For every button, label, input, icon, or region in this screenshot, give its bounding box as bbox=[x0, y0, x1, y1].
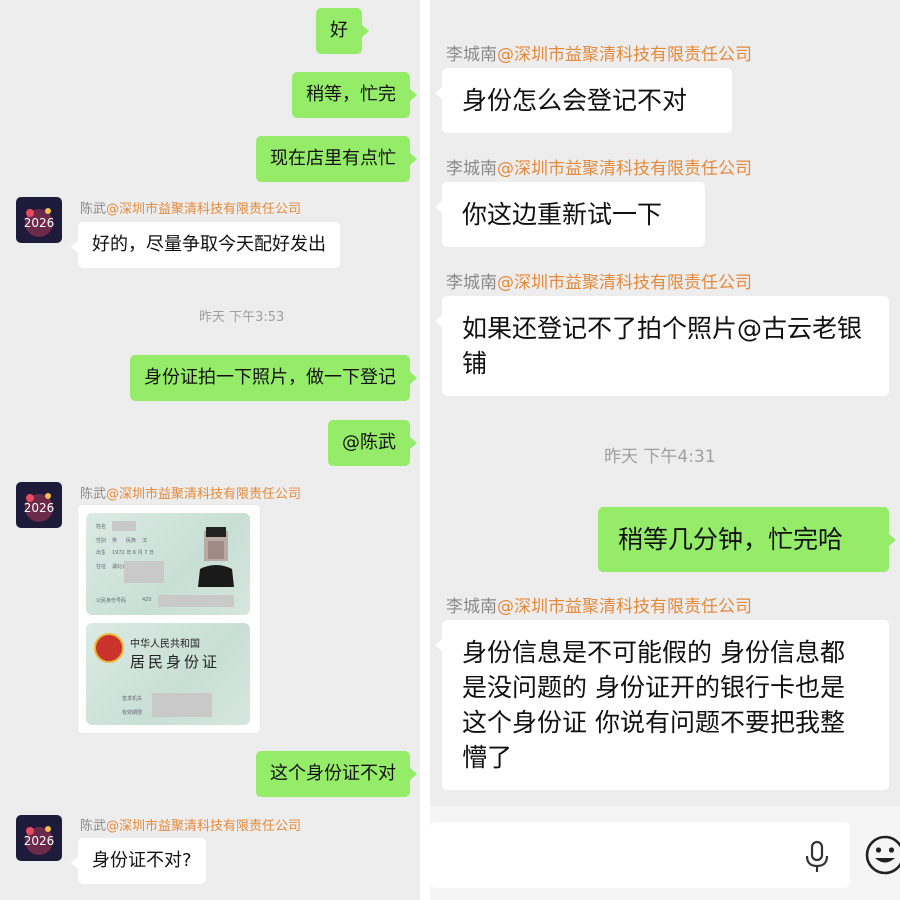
avatar[interactable]: 2026 bbox=[16, 815, 62, 861]
id-card-label: 住址 bbox=[96, 564, 107, 570]
id-card-label: 姓名 bbox=[96, 524, 107, 530]
sender-nickname: 陈武 bbox=[80, 487, 107, 502]
sender-organization: @深圳市益聚清科技有限责任公司 bbox=[106, 487, 302, 502]
message-bubble[interactable]: 如果还登记不了拍个照片@古云老银铺 bbox=[435, 296, 889, 396]
id-card-title: 中华人民共和国 bbox=[130, 639, 200, 650]
sender-name: 李城南@深圳市益聚清科技有限责任公司 bbox=[446, 592, 752, 617]
avatar[interactable]: 2026 bbox=[16, 197, 62, 243]
id-card-label: 签发机关 bbox=[122, 696, 143, 702]
id-card-value: 男 bbox=[112, 538, 118, 544]
avatar-image-icon: 2026 bbox=[16, 482, 62, 528]
sender-organization: @深圳市益聚清科技有限责任公司 bbox=[106, 819, 302, 834]
id-card-value: 1972 年 6 月 7 日 bbox=[112, 550, 155, 556]
emoji-icon[interactable] bbox=[864, 834, 900, 876]
sender-organization: @深圳市益聚清科技有限责任公司 bbox=[497, 597, 752, 617]
message-bubble[interactable]: 现在店里有点忙 bbox=[256, 136, 417, 182]
redaction-blur bbox=[124, 561, 164, 583]
sender-organization: @深圳市益聚清科技有限责任公司 bbox=[497, 159, 752, 179]
avatar[interactable]: 2026 bbox=[16, 482, 62, 528]
input-bar bbox=[430, 806, 900, 900]
sender-nickname: 李城南 bbox=[446, 45, 497, 65]
sender-nickname: 陈武 bbox=[80, 819, 107, 834]
sender-nickname: 陈武 bbox=[80, 202, 107, 217]
id-card-label: 性别 bbox=[96, 538, 107, 544]
timestamp: 昨天 下午4:31 bbox=[604, 447, 716, 467]
sender-organization: @深圳市益聚清科技有限责任公司 bbox=[497, 273, 752, 293]
sender-nickname: 李城南 bbox=[446, 159, 497, 179]
id-card-title: 居民身份证 bbox=[130, 653, 221, 671]
id-card-image-message[interactable]: 姓名 性别 男 民族 汉 出生 1972 年 6 月 7 日 住址 湖北省1 公… bbox=[78, 505, 260, 733]
sender-nickname: 李城南 bbox=[446, 273, 497, 293]
sender-name: 李城南@深圳市益聚清科技有限责任公司 bbox=[446, 40, 752, 65]
message-input[interactable] bbox=[430, 822, 850, 888]
microphone-icon[interactable] bbox=[804, 840, 830, 874]
id-card-value: 汉 bbox=[142, 538, 148, 544]
message-bubble[interactable]: 稍等，忙完 bbox=[292, 72, 417, 118]
chat-panel-left: 好 稍等，忙完 现在店里有点忙 2026 陈武@深圳市益聚清科技有限责任公司 好… bbox=[0, 0, 420, 900]
message-bubble[interactable]: 身份证不对? bbox=[71, 838, 206, 884]
id-card-value: 420 bbox=[142, 597, 152, 603]
message-bubble[interactable]: 身份怎么会登记不对 bbox=[435, 68, 732, 133]
message-bubble[interactable]: 稍等几分钟，忙完哈 bbox=[598, 507, 896, 572]
svg-text:2026: 2026 bbox=[24, 834, 55, 848]
message-bubble[interactable]: @陈武 bbox=[328, 420, 417, 466]
sender-organization: @深圳市益聚清科技有限责任公司 bbox=[497, 45, 752, 65]
portrait-photo-icon bbox=[198, 527, 234, 587]
sender-name: 陈武@深圳市益聚清科技有限责任公司 bbox=[80, 815, 301, 834]
id-card-label: 出生 bbox=[96, 550, 107, 556]
id-card-label: 有效期限 bbox=[122, 710, 143, 716]
id-card-label: 民族 bbox=[126, 538, 137, 544]
redaction-blur bbox=[158, 595, 234, 607]
sender-name: 陈武@深圳市益聚清科技有限责任公司 bbox=[80, 198, 301, 217]
message-bubble[interactable]: 身份信息是不可能假的 身份信息都是没问题的 身份证开的银行卡也是这个身份证 你说… bbox=[435, 620, 889, 790]
message-bubble[interactable]: 这个身份证不对 bbox=[256, 751, 417, 797]
message-bubble[interactable]: 你这边重新试一下 bbox=[435, 182, 705, 247]
avatar-image-icon: 2026 bbox=[16, 815, 62, 861]
redaction-blur bbox=[152, 693, 212, 717]
sender-name: 李城南@深圳市益聚清科技有限责任公司 bbox=[446, 268, 752, 293]
avatar-image-icon: 2026 bbox=[16, 197, 62, 243]
timestamp: 昨天 下午3:53 bbox=[199, 310, 285, 325]
chat-panel-right: 李城南@深圳市益聚清科技有限责任公司 身份怎么会登记不对 李城南@深圳市益聚清科… bbox=[430, 0, 900, 900]
message-bubble[interactable]: 身份证拍一下照片，做一下登记 bbox=[130, 355, 417, 401]
redaction-blur bbox=[112, 521, 136, 531]
sender-name: 李城南@深圳市益聚清科技有限责任公司 bbox=[446, 154, 752, 179]
sender-nickname: 李城南 bbox=[446, 597, 497, 617]
sender-organization: @深圳市益聚清科技有限责任公司 bbox=[106, 202, 302, 217]
svg-text:2026: 2026 bbox=[24, 501, 55, 515]
id-card-label: 公民身份号码 bbox=[96, 598, 127, 604]
message-bubble[interactable]: 好的，尽量争取今天配好发出 bbox=[71, 222, 340, 268]
sender-name: 陈武@深圳市益聚清科技有限责任公司 bbox=[80, 483, 301, 502]
message-bubble[interactable]: 好 bbox=[316, 8, 369, 54]
panel-divider bbox=[420, 0, 430, 900]
id-card-back: 中华人民共和国 居民身份证 签发机关 有效期限 bbox=[86, 623, 250, 725]
id-card-front: 姓名 性别 男 民族 汉 出生 1972 年 6 月 7 日 住址 湖北省1 公… bbox=[86, 513, 250, 615]
svg-text:2026: 2026 bbox=[24, 216, 55, 230]
national-emblem-icon bbox=[94, 633, 124, 663]
